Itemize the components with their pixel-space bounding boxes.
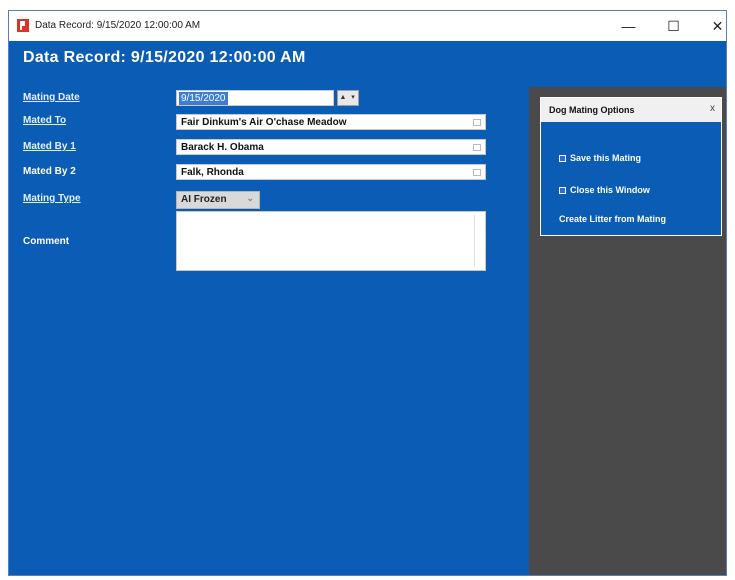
app-logo-icon (17, 19, 29, 32)
close-icon[interactable]: x (710, 103, 715, 114)
mating-type-label[interactable]: Mating Type (23, 193, 81, 204)
close-button[interactable]: ✕ (695, 11, 726, 41)
maximize-button[interactable]: ☐ (651, 11, 696, 41)
title-bar: Data Record: 9/15/2020 12:00:00 AM — ☐ ✕ (9, 11, 726, 41)
comment-label: Comment (23, 236, 70, 247)
mating-date-spinner[interactable]: ▲ ▾ (337, 90, 359, 106)
mated-by-1-field[interactable]: Barack H. Obama (176, 139, 486, 155)
app-window: Data Record: 9/15/2020 12:00:00 AM — ☐ ✕… (8, 10, 727, 576)
close-window-icon (559, 186, 566, 194)
chevron-down-icon[interactable]: ⌄ (246, 193, 254, 204)
mating-type-value: AI Frozen (181, 194, 227, 205)
mated-by-2-label: Mated By 2 (23, 166, 76, 177)
mated-by-1-label[interactable]: Mated By 1 (23, 141, 76, 152)
mated-to-label[interactable]: Mated To (23, 115, 66, 126)
save-mating-button[interactable]: Save this Mating (559, 153, 641, 163)
mated-by-2-value: Falk, Rhonda (181, 167, 244, 178)
window-title: Data Record: 9/15/2020 12:00:00 AM (35, 20, 201, 31)
close-window-label: Close this Window (570, 185, 650, 195)
close-window-button[interactable]: Close this Window (559, 185, 650, 195)
mating-date-label[interactable]: Mating Date (23, 92, 80, 103)
mated-to-value: Fair Dinkum's Air O'chase Meadow (181, 117, 347, 128)
mated-to-field[interactable]: Fair Dinkum's Air O'chase Meadow (176, 114, 486, 130)
comment-scrollbar[interactable] (474, 215, 482, 267)
options-panel-title: Dog Mating Options (549, 105, 635, 115)
lookup-icon[interactable] (473, 169, 481, 176)
lookup-icon[interactable] (473, 144, 481, 151)
minimize-button[interactable]: — (606, 11, 651, 41)
options-panel-header: Dog Mating Options x (541, 98, 721, 122)
lookup-icon[interactable] (473, 119, 481, 126)
options-panel: Dog Mating Options x Save this Mating Cl… (540, 97, 722, 236)
calendar-dropdown-icon[interactable]: ▾ (348, 91, 358, 105)
mated-by-2-field[interactable]: Falk, Rhonda (176, 164, 486, 180)
create-litter-button[interactable]: Create Litter from Mating (559, 214, 666, 224)
mated-by-1-value: Barack H. Obama (181, 142, 264, 153)
spin-up-icon[interactable]: ▲ (338, 91, 348, 105)
page-title: Data Record: 9/15/2020 12:00:00 AM (23, 49, 306, 66)
save-mating-label: Save this Mating (570, 153, 642, 163)
comment-textarea[interactable] (176, 211, 486, 271)
create-litter-label: Create Litter from Mating (559, 214, 667, 224)
mating-date-value: 9/15/2020 (179, 92, 228, 105)
save-icon (559, 154, 566, 162)
mating-type-select[interactable]: AI Frozen ⌄ (176, 191, 260, 209)
mating-date-field[interactable]: 9/15/2020 (176, 90, 334, 106)
